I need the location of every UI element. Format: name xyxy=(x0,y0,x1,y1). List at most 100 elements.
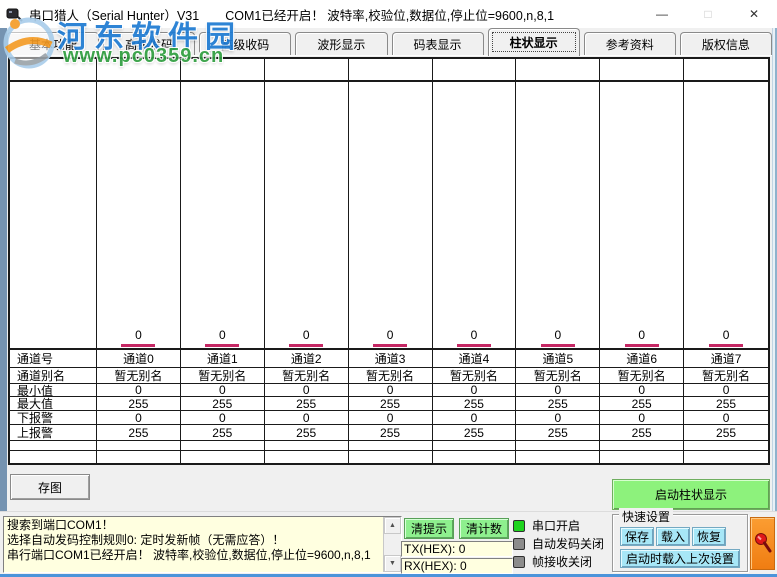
bar-channel-6 xyxy=(624,344,659,347)
clear-hint-button[interactable]: 清提示 xyxy=(404,518,454,539)
channel-high_alarm: 255 xyxy=(684,425,768,441)
bottom-status-panel: 搜索到端口COM1！ 选择自动发码控制规则0: 定时发新帧（无需应答）！ 串行端口C… xyxy=(0,508,777,574)
tab-5[interactable]: 柱状显示 xyxy=(487,28,580,56)
tx-hex-field: TX(HEX): 0 xyxy=(401,541,513,557)
log-line: 选择自动发码控制规则0: 定时发新帧（无需应答）！ xyxy=(7,533,285,547)
empty-cell xyxy=(349,451,432,463)
channel-name: 通道5 xyxy=(516,350,600,368)
start-bar-display-button[interactable]: 启动柱状显示 xyxy=(612,479,770,510)
clear-count-button[interactable]: 清计数 xyxy=(459,518,509,539)
log-line: 串行端口COM1已经开启！ 波特率,校验位,数据位,停止位=9600,n,8,1 xyxy=(7,548,371,562)
maximize-icon: □ xyxy=(704,7,712,21)
channel-min: 0 xyxy=(432,384,516,397)
window-frame-left xyxy=(0,28,7,577)
chart-cell: 0 xyxy=(516,82,600,350)
channel-alias: 暂无别名 xyxy=(516,368,600,384)
indicator-label: 帧接收关闭 xyxy=(532,555,593,569)
rx-value: 0 xyxy=(460,559,467,573)
indicator-label: 自动发码关闭 xyxy=(532,537,605,551)
channel-name: 通道4 xyxy=(432,350,516,368)
quick-settings-group: 快速设置 保存 载入 恢复 启动时载入上次设置 xyxy=(612,508,748,572)
tab-2[interactable]: 高级收码 xyxy=(199,32,292,56)
chart-cell: 0 xyxy=(432,82,516,350)
row-label: 上报警 xyxy=(10,425,96,441)
bar-value-label: 0 xyxy=(470,328,478,342)
scroll-up-icon[interactable]: ▲ xyxy=(384,517,401,534)
window-status-text: COM1已经开启！ 波特率,校验位,数据位,停止位=9600,n,8,1 xyxy=(225,8,555,23)
app-icon xyxy=(6,8,23,22)
empty-cell xyxy=(265,451,348,463)
title-bar: 串口猎人（Serial Hunter）V31 COM1已经开启！ 波特率,校验位… xyxy=(0,0,777,28)
tab-3[interactable]: 波形显示 xyxy=(295,32,388,56)
channel-low_alarm: 0 xyxy=(432,411,516,425)
empty-cell xyxy=(516,441,600,451)
channel-min: 0 xyxy=(516,384,600,397)
tab-6[interactable]: 参考资料 xyxy=(583,32,676,56)
led-icon xyxy=(513,519,525,532)
bar-value-label: 0 xyxy=(135,328,142,342)
bar-channel-7 xyxy=(709,344,744,347)
header-cell xyxy=(97,59,180,82)
empty-cell xyxy=(600,451,683,463)
load-settings-button[interactable]: 载入 xyxy=(656,527,690,546)
rx-label: RX(HEX): xyxy=(404,559,457,573)
row-label-column: 通道号 通道别名 最小值 最大值 下报警 上报警 xyxy=(10,59,97,463)
channel-low_alarm: 0 xyxy=(264,411,348,425)
header-cell xyxy=(600,59,684,82)
header-cell xyxy=(10,59,96,82)
empty-cell xyxy=(516,451,599,463)
chart-cell: 0 xyxy=(97,82,180,350)
channel-min: 0 xyxy=(348,384,432,397)
bar-channel-3 xyxy=(373,344,408,347)
channel-alias: 暂无别名 xyxy=(180,368,264,384)
row-label: 通道别名 xyxy=(10,368,96,384)
save-settings-button[interactable]: 保存 xyxy=(620,527,654,546)
header-cell xyxy=(684,59,768,82)
load-last-settings-button[interactable]: 启动时载入上次设置 xyxy=(620,549,740,568)
pin-button[interactable] xyxy=(750,517,775,570)
log-scrollbar[interactable]: ▲ ▼ xyxy=(383,517,401,572)
tab-7[interactable]: 版权信息 xyxy=(679,32,772,56)
close-icon[interactable]: ✕ xyxy=(731,0,777,28)
bar-value-label: 0 xyxy=(638,328,646,342)
minimize-icon[interactable]: — xyxy=(639,0,685,28)
save-image-button[interactable]: 存图 xyxy=(10,474,90,500)
channel-name: 通道6 xyxy=(600,350,684,368)
chart-cell: 0 xyxy=(348,82,432,350)
empty-cell xyxy=(10,451,96,463)
chart-cell: 0 xyxy=(600,82,684,350)
empty-cell xyxy=(97,441,180,451)
indicator-label: 串口开启 xyxy=(532,519,581,533)
empty-cell xyxy=(97,451,180,463)
channel-column-6: 0 通道6 暂无别名 0 255 0 255 xyxy=(600,59,685,463)
channel-name: 通道7 xyxy=(684,350,768,368)
channel-low_alarm: 0 xyxy=(516,411,600,425)
log-box[interactable]: 搜索到端口COM1！ 选择自动发码控制规则0: 定时发新帧（无需应答）！ 串行端口C… xyxy=(3,516,402,573)
channel-alias: 暂无别名 xyxy=(348,368,432,384)
channel-low_alarm: 0 xyxy=(600,411,684,425)
channel-alias: 暂无别名 xyxy=(600,368,684,384)
bar-value-label: 0 xyxy=(722,328,730,342)
empty-cell xyxy=(180,441,264,451)
bar-value-label: 0 xyxy=(554,328,562,342)
channel-max: 255 xyxy=(432,397,516,411)
app-window: 串口猎人（Serial Hunter）V31 COM1已经开启！ 波特率,校验位… xyxy=(0,0,777,577)
tab-1[interactable]: 高级发码 xyxy=(103,32,196,56)
channel-max: 255 xyxy=(600,397,684,411)
tab-4[interactable]: 码表显示 xyxy=(391,32,484,56)
tab-0[interactable]: 基本功能 xyxy=(7,32,100,56)
empty-cell xyxy=(10,441,96,451)
restore-settings-button[interactable]: 恢复 xyxy=(692,527,726,546)
scroll-down-icon[interactable]: ▼ xyxy=(384,555,401,572)
channel-column-4: 0 通道4 暂无别名 0 255 0 255 xyxy=(432,59,517,463)
pushpin-icon xyxy=(754,532,771,552)
channel-high_alarm: 255 xyxy=(180,425,264,441)
empty-cell xyxy=(348,441,432,451)
channel-high_alarm: 255 xyxy=(516,425,600,441)
channel-min: 0 xyxy=(684,384,768,397)
channel-high_alarm: 255 xyxy=(264,425,348,441)
channel-min: 0 xyxy=(180,384,264,397)
quick-settings-title: 快速设置 xyxy=(619,508,674,525)
channel-min: 0 xyxy=(600,384,684,397)
window-frame-right xyxy=(772,28,777,577)
